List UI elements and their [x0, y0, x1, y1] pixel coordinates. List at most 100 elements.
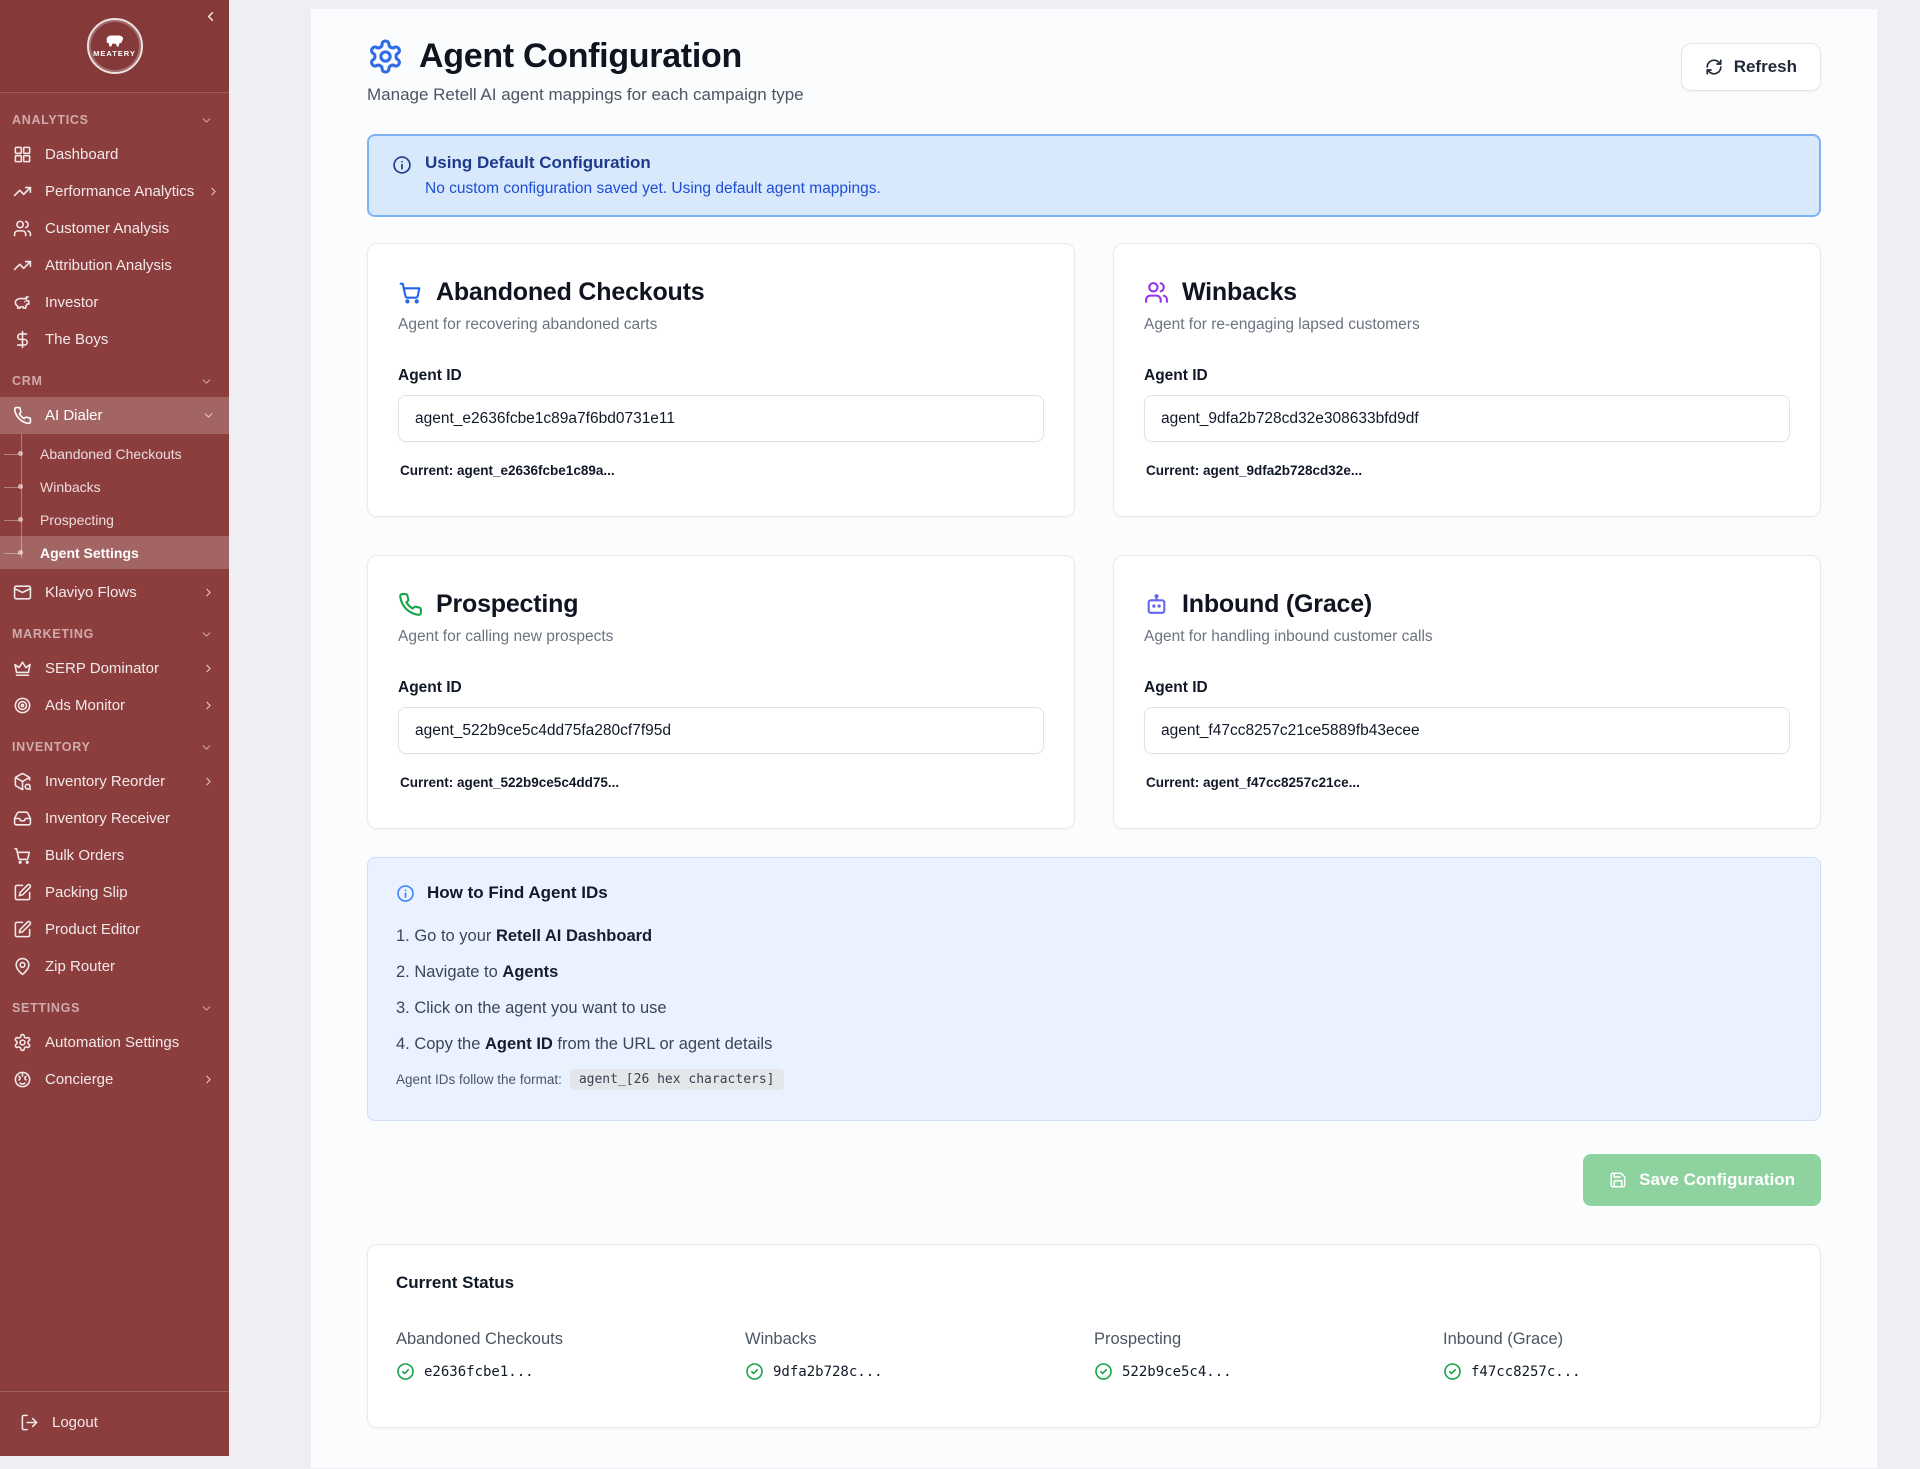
bot-icon — [1144, 592, 1169, 617]
crown-icon — [13, 659, 32, 678]
chevron-down-icon — [200, 1002, 213, 1015]
step-text-bold: Agent ID — [485, 1035, 553, 1053]
content-panel: Agent Configuration Manage Retell AI age… — [310, 8, 1878, 1469]
users-icon — [13, 219, 32, 238]
sidebar-item-the-boys[interactable]: The Boys — [0, 321, 229, 358]
sidebar-item-automation-settings[interactable]: Automation Settings — [0, 1024, 229, 1061]
agent-card-description: Agent for recovering abandoned carts — [398, 316, 1044, 334]
agent-card-title: Winbacks — [1182, 278, 1297, 307]
agent-card-description: Agent for handling inbound customer call… — [1144, 628, 1790, 646]
save-row: Save Configuration — [367, 1154, 1821, 1206]
nav-section-label: MARKETING — [12, 627, 94, 641]
check-circle-icon — [745, 1362, 764, 1381]
chevron-down-icon — [200, 114, 213, 127]
step-text: 4. Copy the — [396, 1035, 485, 1053]
sidebar-item-label: The Boys — [45, 331, 108, 348]
agent-id-input[interactable] — [1144, 707, 1790, 754]
sidebar-subitem-agent-settings[interactable]: Agent Settings — [0, 536, 229, 569]
logout-button[interactable]: Logout — [0, 1392, 229, 1456]
page-subtitle: Manage Retell AI agent mappings for each… — [367, 85, 804, 105]
sidebar-item-ai-dialer[interactable]: AI Dialer — [0, 397, 229, 434]
page-title: Agent Configuration — [419, 37, 742, 76]
sidebar-item-product-editor[interactable]: Product Editor — [0, 911, 229, 948]
sidebar-item-label: Dashboard — [45, 146, 118, 163]
save-configuration-button[interactable]: Save Configuration — [1583, 1154, 1821, 1206]
agent-id-label: Agent ID — [398, 679, 1044, 697]
sidebar-item-label: Automation Settings — [45, 1034, 179, 1051]
default-config-banner: Using Default Configuration No custom co… — [367, 134, 1821, 217]
sidebar-item-bulk-orders[interactable]: Bulk Orders — [0, 837, 229, 874]
step-text-bold: Retell AI Dashboard — [496, 927, 652, 945]
sidebar-subitem-label: Winbacks — [40, 479, 101, 495]
package-search-icon — [13, 772, 32, 791]
sidebar-footer: Logout — [0, 1391, 229, 1456]
sidebar-item-inventory-reorder[interactable]: Inventory Reorder — [0, 763, 229, 800]
status-label: Abandoned Checkouts — [396, 1330, 745, 1349]
nav-section-label: SETTINGS — [12, 1001, 80, 1015]
agent-id-format-line: Agent IDs follow the format: agent_[26 h… — [396, 1069, 1792, 1090]
sidebar-item-zip-router[interactable]: Zip Router — [0, 948, 229, 985]
agent-card-title: Inbound (Grace) — [1182, 590, 1372, 619]
sidebar-item-label: Investor — [45, 294, 98, 311]
step-text: 1. Go to your — [396, 927, 496, 945]
chevron-right-icon — [202, 586, 215, 599]
check-circle-icon — [396, 1362, 415, 1381]
sidebar-item-label: Attribution Analysis — [45, 257, 172, 274]
chevron-right-icon — [202, 699, 215, 712]
concierge-icon — [13, 1070, 32, 1089]
status-item-winbacks: Winbacks 9dfa2b728c... — [745, 1330, 1094, 1381]
sidebar-item-attribution-analysis[interactable]: Attribution Analysis — [0, 247, 229, 284]
sidebar-item-serp-dominator[interactable]: SERP Dominator — [0, 650, 229, 687]
nav-section-crm[interactable]: CRM — [0, 364, 229, 397]
map-pin-icon — [13, 957, 32, 976]
sidebar-item-concierge[interactable]: Concierge — [0, 1061, 229, 1098]
sidebar-item-inventory-receiver[interactable]: Inventory Receiver — [0, 800, 229, 837]
agent-id-label: Agent ID — [1144, 679, 1790, 697]
refresh-label: Refresh — [1734, 57, 1797, 77]
chevron-right-icon — [202, 775, 215, 788]
agent-id-input[interactable] — [398, 395, 1044, 442]
logout-label: Logout — [52, 1414, 98, 1431]
sidebar-item-customer-analysis[interactable]: Customer Analysis — [0, 210, 229, 247]
agent-id-input[interactable] — [1144, 395, 1790, 442]
sidebar-item-performance-analytics[interactable]: Performance Analytics — [0, 173, 229, 210]
nav-section-marketing[interactable]: MARKETING — [0, 617, 229, 650]
sidebar-item-dashboard[interactable]: Dashboard — [0, 136, 229, 173]
agent-id-label: Agent ID — [398, 367, 1044, 385]
status-item-abandoned-checkouts: Abandoned Checkouts e2636fcbe1... — [396, 1330, 745, 1381]
sidebar-header: MEATERY — [0, 0, 229, 93]
info-icon — [392, 155, 412, 175]
nav-section-settings[interactable]: SETTINGS — [0, 991, 229, 1024]
sidebar-item-ads-monitor[interactable]: Ads Monitor — [0, 687, 229, 724]
edit-icon — [13, 920, 32, 939]
sidebar-subitem-prospecting[interactable]: Prospecting — [0, 503, 229, 536]
nav-section-inventory[interactable]: INVENTORY — [0, 730, 229, 763]
sidebar-item-label: Bulk Orders — [45, 847, 124, 864]
sidebar-subitem-winbacks[interactable]: Winbacks — [0, 470, 229, 503]
sidebar-nav: ANALYTICS Dashboard Performance Analytics C… — [0, 93, 229, 1391]
sidebar-item-label: Inventory Receiver — [45, 810, 170, 827]
subnav-ai-dialer: Abandoned Checkouts Winbacks ProspectingAg… — [0, 434, 229, 574]
main-area: Agent Configuration Manage Retell AI age… — [229, 8, 1920, 1469]
sidebar-item-klaviyo-flows[interactable]: Klaviyo Flows — [0, 574, 229, 611]
nav-section-analytics[interactable]: ANALYTICS — [0, 103, 229, 136]
sidebar-item-label: Packing Slip — [45, 884, 128, 901]
current-agent-text: Current: agent_e2636fcbe1c89a... — [398, 463, 1044, 478]
sidebar-item-packing-slip[interactable]: Packing Slip — [0, 874, 229, 911]
agent-id-input[interactable] — [398, 707, 1044, 754]
piggy-bank-icon — [13, 293, 32, 312]
banner-message: No custom configuration saved yet. Using… — [425, 180, 881, 198]
sidebar-item-investor[interactable]: Investor — [0, 284, 229, 321]
agent-card-description: Agent for calling new prospects — [398, 628, 1044, 646]
refresh-button[interactable]: Refresh — [1681, 43, 1821, 91]
sidebar-item-label: Customer Analysis — [45, 220, 169, 237]
save-label: Save Configuration — [1639, 1170, 1795, 1190]
agent-card-winbacks: Winbacks Agent for re-engaging lapsed cu… — [1113, 243, 1821, 517]
sidebar-subitem-abandoned-checkouts[interactable]: Abandoned Checkouts — [0, 437, 229, 470]
status-label: Prospecting — [1094, 1330, 1443, 1349]
chevron-down-icon — [200, 628, 213, 641]
sidebar-collapse-button[interactable] — [201, 7, 220, 29]
current-agent-text: Current: agent_9dfa2b728cd32e... — [1144, 463, 1790, 478]
agent-card-title: Prospecting — [436, 590, 578, 619]
howto-box: How to Find Agent IDs 1. Go to your Rete… — [367, 857, 1821, 1121]
